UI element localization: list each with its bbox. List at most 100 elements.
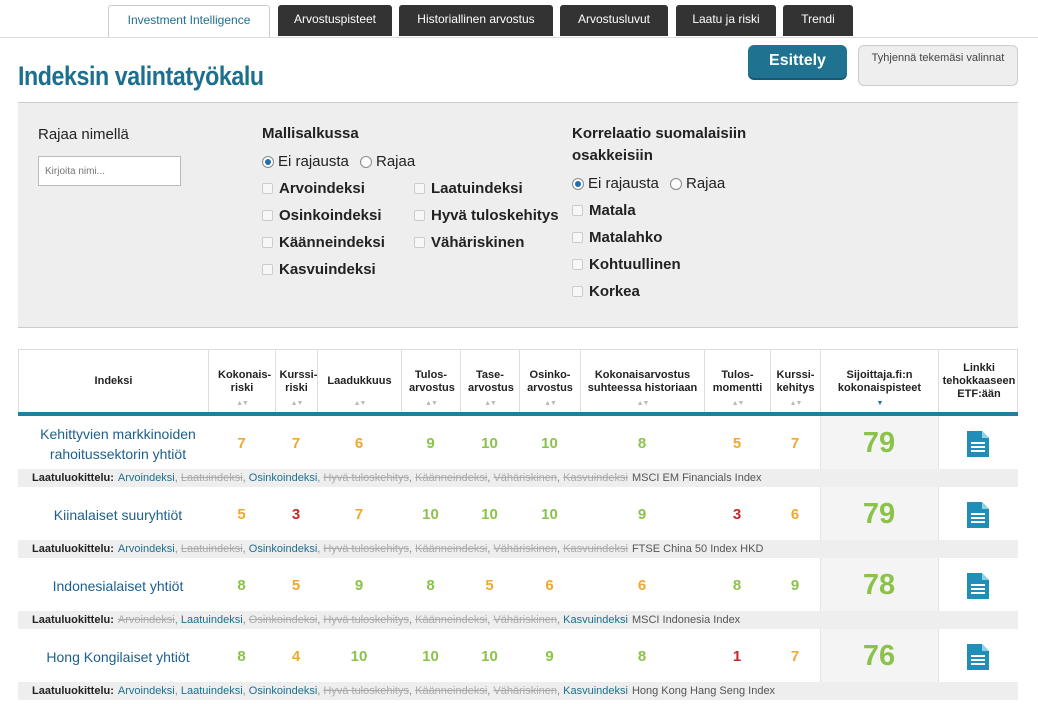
quality-label: Laatuluokittelu: [32, 472, 114, 484]
document-icon [967, 430, 989, 457]
col-header-kurssikehitys[interactable]: Kurssi-kehitys ▲▼ [771, 350, 821, 413]
quality-tag-inactive: Hyvä tuloskehitys [323, 543, 409, 555]
checkbox-icon [262, 183, 273, 194]
quality-tag-active[interactable]: Kasvuindeksi [563, 614, 628, 626]
score-cell: 10 [422, 648, 439, 665]
col-header-laadukkuus[interactable]: Laadukkuus ▲▼ [318, 350, 402, 413]
corr-radio-limit[interactable]: Rajaa [670, 175, 725, 192]
quality-tag-inactive: Käänneindeksi [415, 685, 488, 697]
col-header-kokonaispisteet[interactable]: Sijoittaja.fi:n kokonaispisteet ▼ [821, 350, 939, 413]
etf-link[interactable] [938, 558, 1018, 613]
score-cell: 7 [790, 648, 800, 665]
score-cell: 8 [237, 648, 246, 665]
quality-tag-active[interactable]: Osinkoindeksi [249, 543, 317, 555]
check-vahariskinen[interactable]: Vähäriskinen [414, 234, 524, 251]
radio-label: Ei rajausta [588, 175, 659, 192]
check-kasvuindeksi[interactable]: Kasvuindeksi [262, 261, 376, 278]
check-matala[interactable]: Matala [572, 202, 636, 219]
score-cell: 10 [350, 648, 368, 665]
score-cell: 6 [790, 506, 800, 523]
score-cell: 9 [637, 506, 647, 523]
checkbox-icon [262, 210, 273, 221]
quality-tag-inactive: Laatuindeksi [180, 543, 243, 555]
name-search-input[interactable] [38, 156, 181, 186]
col-header-indeksi[interactable]: Indeksi [19, 350, 209, 413]
col-header-tulosarvostus[interactable]: Tulos-arvostus ▲▼ [402, 350, 461, 413]
score-cell: 1 [732, 648, 742, 665]
sort-arrows-icon: ▲▼ [236, 400, 249, 407]
document-icon [967, 501, 989, 528]
index-name-link[interactable]: Kiinalaiset suuryhtiöt [18, 487, 208, 542]
clear-selections-button[interactable]: Tyhjennä tekemäsi valinnat [858, 45, 1018, 86]
radio-icon [670, 177, 682, 190]
col-header-kokonaisriski[interactable]: Kokonais-riski ▲▼ [209, 350, 276, 413]
col-header-osinkoarvostus[interactable]: Osinko-arvostus ▲▼ [520, 350, 581, 413]
quality-tag-inactive: Vähäriskinen [493, 685, 557, 697]
radio-label: Rajaa [376, 153, 416, 170]
page-title: Indeksin valintatyökalu [18, 61, 264, 91]
col-header-label: Osinko-arvostus [527, 368, 573, 394]
total-score: 79 [820, 487, 938, 542]
model-radio-limit[interactable]: Rajaa [360, 153, 415, 170]
quality-tag-inactive: Käänneindeksi [415, 614, 488, 626]
score-cell: 10 [481, 435, 498, 452]
etf-link[interactable] [938, 487, 1018, 542]
model-radio-no-limit[interactable]: Ei rajausta [262, 153, 349, 170]
quality-tag-inactive: Vähäriskinen [493, 472, 557, 484]
col-header-tasearvostus[interactable]: Tase-arvostus ▲▼ [461, 350, 520, 413]
model-portfolio-label: Mallisalkussa [262, 125, 359, 142]
quality-tag-active[interactable]: Laatuindeksi [181, 685, 243, 697]
quality-tag-active[interactable]: Osinkoindeksi [249, 472, 317, 484]
column-divider [820, 629, 821, 684]
quality-label: Laatuluokittelu: [32, 543, 114, 555]
radio-icon [360, 155, 372, 168]
check-osinkoindeksi[interactable]: Osinkoindeksi [262, 207, 382, 224]
check-kohtuullinen[interactable]: Kohtuullinen [572, 256, 681, 273]
tab-investment-intelligence[interactable]: Investment Intelligence [108, 5, 270, 38]
check-korkea[interactable]: Korkea [572, 283, 640, 300]
col-header-label: Kokonaisarvostus suhteessa historiaan [587, 368, 698, 394]
score-cell: 10 [422, 506, 439, 523]
tab-laatu-ja-riski[interactable]: Laatu ja riski [676, 5, 776, 36]
radio-selected-icon [572, 177, 584, 190]
tab-arvostusluvut[interactable]: Arvostusluvut [560, 5, 668, 36]
etf-link[interactable] [938, 629, 1018, 684]
etf-link[interactable] [938, 416, 1018, 471]
quality-tag-inactive: Vähäriskinen [493, 614, 557, 626]
col-header-label: Indeksi [94, 375, 133, 387]
esittely-button[interactable]: Esittely [748, 45, 847, 78]
score-cell: 7 [237, 435, 246, 452]
score-cell: 5 [291, 577, 301, 594]
quality-tag-active[interactable]: Arvoindeksi [118, 685, 175, 697]
col-header-tulosmomentti[interactable]: Tulos-momentti ▲▼ [705, 350, 771, 413]
score-cell: 8 [637, 648, 647, 665]
tab-arvostuspisteet[interactable]: Arvostuspisteet [278, 5, 392, 36]
quality-tag-active[interactable]: Arvoindeksi [118, 543, 175, 555]
corr-radio-no-limit[interactable]: Ei rajausta [572, 175, 659, 192]
quality-classification-row: Laatuluokittelu: Arvoindeksi, Laatuindeks… [18, 540, 1018, 558]
quality-tag-active[interactable]: Arvoindeksi [118, 472, 175, 484]
col-header-kurssiriski[interactable]: Kurssi-riski ▲▼ [276, 350, 318, 413]
check-hyva-tuloskehitys[interactable]: Hyvä tuloskehitys [414, 207, 559, 224]
check-matalahko[interactable]: Matalahko [572, 229, 662, 246]
quality-tag-active[interactable]: Laatuindeksi [181, 614, 243, 626]
index-source-name: FTSE China 50 Index HKD [631, 543, 764, 555]
quality-classification-row: Laatuluokittelu: Arvoindeksi, Laatuindeks… [18, 611, 1018, 629]
index-name-link[interactable]: Kehittyvien markkinoiden rahoitussektori… [18, 416, 208, 471]
quality-tag-active[interactable]: Kasvuindeksi [563, 685, 628, 697]
score-cell: 6 [637, 577, 647, 594]
score-cell: 4 [291, 648, 301, 665]
check-kaanneindeksi[interactable]: Käänneindeksi [262, 234, 385, 251]
score-cell: 7 [354, 506, 364, 523]
quality-tag-active[interactable]: Osinkoindeksi [249, 685, 317, 697]
col-header-kokonaisarvostus-historia[interactable]: Kokonaisarvostus suhteessa historiaan ▲▼ [581, 350, 705, 413]
index-name-link[interactable]: Hong Kongilaiset yhtiöt [18, 629, 208, 684]
check-arvoindeksi[interactable]: Arvoindeksi [262, 180, 365, 197]
checkbox-icon [572, 286, 583, 297]
index-name-link[interactable]: Indonesialaiset yhtiöt [18, 558, 208, 613]
check-laatuindeksi[interactable]: Laatuindeksi [414, 180, 523, 197]
tab-historiallinen-arvostus[interactable]: Historiallinen arvostus [399, 5, 553, 36]
checkbox-icon [414, 237, 425, 248]
tab-trendi[interactable]: Trendi [783, 5, 853, 36]
col-header-label: Laadukkuus [327, 375, 392, 387]
